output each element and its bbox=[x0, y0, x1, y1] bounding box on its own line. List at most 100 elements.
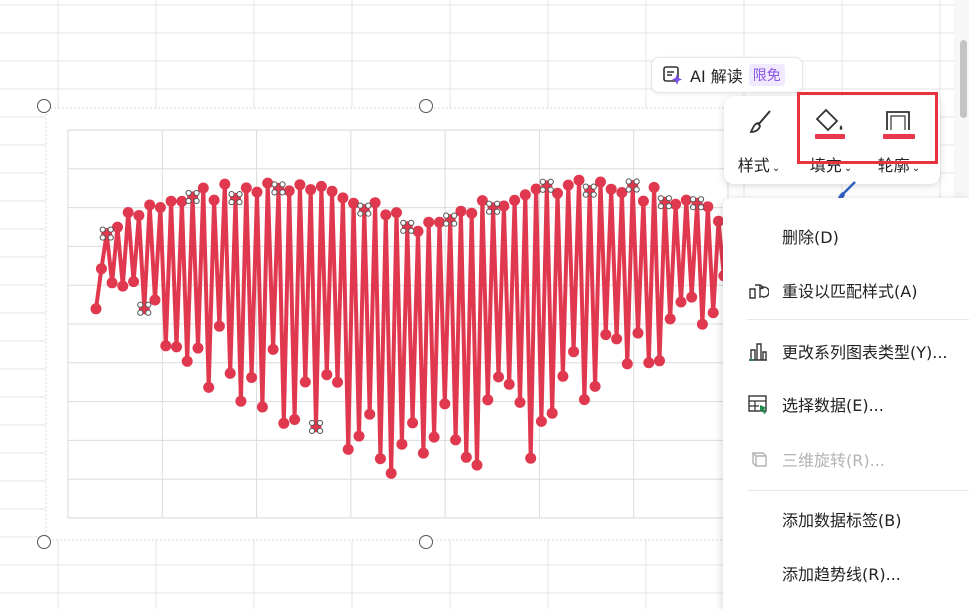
series-point[interactable] bbox=[707, 307, 719, 319]
series-point[interactable] bbox=[428, 431, 440, 443]
menu-item-add-data-labels[interactable]: 添加数据标签(B) bbox=[723, 499, 969, 539]
series-point[interactable] bbox=[525, 452, 537, 464]
series-point[interactable] bbox=[294, 179, 306, 191]
series-point[interactable] bbox=[611, 333, 623, 345]
resize-handle-bottom-left[interactable] bbox=[37, 535, 51, 549]
menu-item-reset-style[interactable]: 重设以匹配样式(A) bbox=[723, 270, 969, 310]
series-point[interactable] bbox=[374, 453, 386, 465]
series-point[interactable] bbox=[460, 451, 472, 463]
series-point[interactable] bbox=[262, 177, 274, 189]
series-point[interactable] bbox=[434, 216, 445, 228]
series-point[interactable] bbox=[181, 355, 193, 367]
series-point[interactable] bbox=[450, 434, 462, 446]
series-point[interactable] bbox=[498, 200, 510, 212]
menu-item-add-trendline[interactable]: 添加趋势线(R)... bbox=[723, 553, 969, 593]
series-point[interactable] bbox=[112, 221, 123, 233]
series-point[interactable] bbox=[278, 417, 290, 429]
series-point[interactable] bbox=[122, 207, 134, 218]
series-point[interactable] bbox=[353, 430, 365, 442]
series-point[interactable] bbox=[256, 401, 268, 413]
series-point[interactable] bbox=[573, 174, 585, 186]
series-point[interactable] bbox=[321, 369, 333, 381]
series-point[interactable] bbox=[643, 357, 655, 369]
series-point[interactable] bbox=[154, 202, 166, 213]
series-point[interactable] bbox=[654, 355, 665, 367]
series-point[interactable] bbox=[171, 341, 182, 353]
series-point[interactable] bbox=[332, 376, 343, 388]
series-point[interactable] bbox=[224, 367, 236, 379]
series-point[interactable] bbox=[621, 358, 633, 370]
series-point[interactable] bbox=[267, 343, 279, 355]
series-point[interactable] bbox=[235, 395, 247, 407]
series-point[interactable] bbox=[670, 198, 682, 210]
resize-handle-top-left[interactable] bbox=[37, 99, 51, 113]
series-point[interactable] bbox=[385, 467, 397, 479]
series-point[interactable] bbox=[546, 407, 558, 419]
series-point[interactable] bbox=[417, 447, 429, 459]
resize-handle-bottom-middle[interactable] bbox=[419, 535, 433, 549]
series-point[interactable] bbox=[686, 291, 698, 303]
series-point[interactable] bbox=[219, 178, 231, 190]
fill-button[interactable]: 填充 ⌄ bbox=[800, 96, 862, 184]
series-point[interactable] bbox=[283, 185, 295, 197]
series-point[interactable] bbox=[423, 216, 435, 228]
series-point[interactable] bbox=[675, 296, 687, 308]
series-point[interactable] bbox=[482, 394, 494, 406]
series-point[interactable] bbox=[342, 443, 354, 455]
series-point[interactable] bbox=[305, 184, 317, 196]
menu-item-select-data[interactable]: 选择数据(E)... bbox=[723, 384, 969, 424]
series-point[interactable] bbox=[535, 415, 547, 427]
series-point[interactable] bbox=[471, 459, 483, 471]
series-point[interactable] bbox=[133, 210, 145, 221]
series-point[interactable] bbox=[117, 280, 129, 292]
series-point[interactable] bbox=[315, 180, 327, 192]
series-point[interactable] bbox=[466, 207, 478, 219]
series-point[interactable] bbox=[348, 197, 360, 209]
series-point[interactable] bbox=[240, 182, 252, 194]
series-point[interactable] bbox=[364, 408, 376, 420]
series-point[interactable] bbox=[90, 303, 102, 315]
series-point[interactable] bbox=[600, 329, 612, 341]
scrollbar-thumb[interactable] bbox=[960, 40, 967, 118]
outline-button[interactable]: 轮廓 ⌄ bbox=[868, 96, 930, 184]
series-point[interactable] bbox=[289, 414, 301, 425]
series-point[interactable] bbox=[192, 342, 204, 354]
menu-item-3d-rotation[interactable]: 三维旋转(R)... bbox=[723, 439, 969, 479]
series-point[interactable] bbox=[557, 370, 569, 382]
series-point[interactable] bbox=[144, 199, 156, 211]
style-button[interactable]: 样式 ⌄ bbox=[728, 96, 790, 184]
series-point[interactable] bbox=[165, 195, 177, 207]
series-point[interactable] bbox=[509, 194, 521, 206]
resize-handle-top-middle[interactable] bbox=[419, 99, 433, 113]
series-point[interactable] bbox=[203, 381, 215, 393]
series-point[interactable] bbox=[246, 372, 258, 383]
series-point[interactable] bbox=[128, 276, 140, 288]
series-point[interactable] bbox=[439, 398, 451, 410]
series-point[interactable] bbox=[696, 318, 708, 330]
series-point[interactable] bbox=[95, 263, 107, 275]
series-point[interactable] bbox=[337, 192, 349, 204]
series-point[interactable] bbox=[562, 179, 574, 191]
series-point[interactable] bbox=[160, 340, 172, 352]
series-point[interactable] bbox=[568, 346, 580, 358]
series-point[interactable] bbox=[396, 438, 408, 450]
series-point[interactable] bbox=[106, 277, 118, 289]
series-point[interactable] bbox=[213, 320, 225, 332]
series-point[interactable] bbox=[299, 376, 311, 388]
series-point[interactable] bbox=[637, 195, 649, 207]
series-point[interactable] bbox=[664, 313, 676, 325]
series-point[interactable] bbox=[493, 371, 504, 383]
series-point[interactable] bbox=[326, 185, 338, 197]
series-point[interactable] bbox=[605, 183, 617, 195]
series-point[interactable] bbox=[503, 378, 515, 390]
ai-interpret-button[interactable]: AI 解读 限免 bbox=[651, 57, 803, 93]
series-point[interactable] bbox=[519, 189, 531, 201]
series-point[interactable] bbox=[407, 417, 419, 429]
series-point[interactable] bbox=[632, 327, 644, 339]
menu-item-delete[interactable]: 删除(D) bbox=[723, 216, 969, 256]
series-point[interactable] bbox=[578, 394, 590, 406]
series-point[interactable] bbox=[589, 380, 601, 392]
series-point[interactable] bbox=[648, 181, 660, 193]
series-point[interactable] bbox=[391, 207, 402, 219]
series-point[interactable] bbox=[380, 209, 392, 221]
